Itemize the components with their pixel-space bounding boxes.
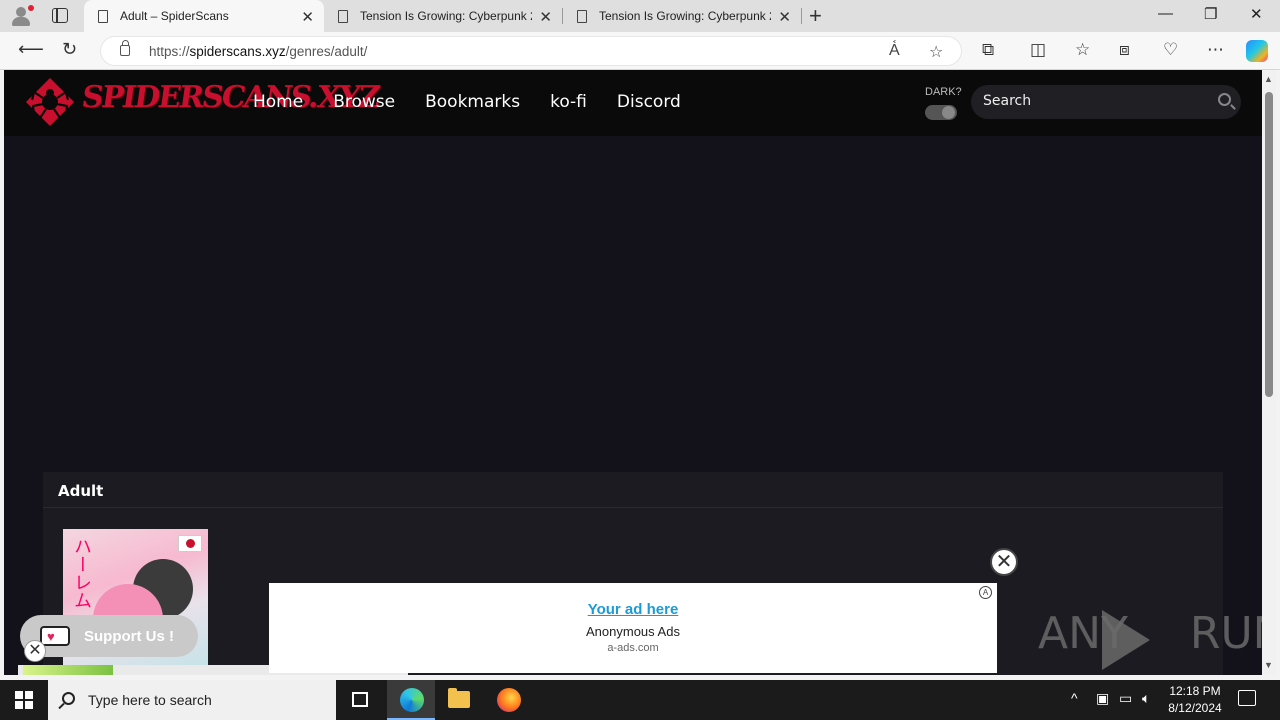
nav-browse[interactable]: Browse	[333, 92, 395, 112]
tab-actions-icon[interactable]	[52, 8, 68, 23]
firefox-icon	[497, 688, 521, 712]
tab-title: Adult – SpiderScans	[120, 9, 229, 23]
close-tab-icon[interactable]: ✕	[301, 8, 314, 26]
collections-icon[interactable]: ⧈	[1119, 40, 1130, 60]
refresh-icon[interactable]: ↻	[62, 39, 77, 60]
device-icon[interactable]: ▣	[1096, 690, 1109, 707]
edge-taskbar-button[interactable]	[387, 680, 435, 720]
browser-tab-2[interactable]: Tension Is Growing: Cyberpunk 2 ✕	[324, 0, 562, 32]
anyrun-watermark: ANYRUN	[1038, 608, 1262, 659]
system-clock[interactable]: 12:18 PM 8/12/2024	[1162, 683, 1228, 717]
ad-link[interactable]: Your ad here	[269, 601, 997, 618]
browser-tab-1[interactable]: Adult – SpiderScans ✕	[84, 0, 324, 32]
browser-essentials-icon[interactable]: ♡	[1163, 40, 1178, 60]
support-label: Support Us !	[84, 627, 174, 645]
close-tab-icon[interactable]: ✕	[539, 8, 552, 26]
cover-title-text: ハーレム	[72, 537, 92, 609]
windows-taskbar: Type here to search ^ ▣ ▭ 🔈︎ 12:18 PM 8/…	[0, 680, 1280, 720]
read-aloud-icon[interactable]: A᷾	[889, 42, 900, 60]
scrollbar-thumb[interactable]	[1265, 92, 1273, 397]
url-text[interactable]: https://spiderscans.xyz/genres/adult/	[149, 44, 367, 59]
favorites-icon[interactable]: ☆	[1075, 40, 1090, 60]
new-tab-icon[interactable]: +	[809, 3, 822, 29]
edge-icon	[400, 688, 424, 712]
close-tab-icon[interactable]: ✕	[778, 8, 791, 26]
minimize-icon[interactable]: —	[1158, 5, 1173, 22]
lock-icon[interactable]	[120, 40, 130, 56]
search-icon[interactable]	[1218, 93, 1231, 106]
section-title: Adult	[43, 472, 1223, 508]
address-bar[interactable]: https://spiderscans.xyz/genres/adult/ A᷾…	[100, 36, 962, 66]
main-nav: Home Browse Bookmarks ko-fi Discord	[253, 92, 681, 112]
japan-flag-icon	[178, 535, 202, 552]
page-viewport: SPIDERSCANS.XYZ Home Browse Bookmarks ko…	[4, 70, 1262, 675]
back-icon[interactable]: ⟵	[18, 39, 44, 60]
clock-time: 12:18 PM	[1169, 684, 1221, 698]
tab-separator	[801, 8, 802, 24]
restore-icon[interactable]: ❐	[1204, 5, 1217, 23]
site-header: SPIDERSCANS.XYZ Home Browse Bookmarks ko…	[4, 70, 1262, 136]
dark-mode-label: DARK?	[925, 86, 962, 98]
folder-icon	[448, 688, 470, 708]
tab-title: Tension Is Growing: Cyberpunk 2	[360, 9, 532, 23]
clock-date: 8/12/2024	[1168, 701, 1222, 715]
close-window-icon[interactable]: ✕	[1250, 5, 1263, 23]
split-screen-icon[interactable]: ◫	[1030, 40, 1046, 60]
taskbar-search[interactable]: Type here to search	[48, 680, 336, 720]
page-icon	[338, 9, 348, 23]
ad-info-icon[interactable]: A	[979, 586, 992, 599]
volume-icon[interactable]: 🔈︎	[1142, 690, 1150, 707]
ad-banner[interactable]: Your ad here Anonymous Ads a-ads.com A	[269, 583, 997, 673]
more-menu-icon[interactable]: ⋯	[1207, 40, 1224, 60]
search-icon	[62, 692, 75, 705]
browser-tab-bar: Adult – SpiderScans ✕ Tension Is Growing…	[0, 0, 1280, 32]
scroll-down-icon[interactable]: ▼	[1264, 660, 1273, 670]
search-input[interactable]	[983, 93, 1203, 109]
browser-tab-3[interactable]: Tension Is Growing: Cyberpunk 2 ✕	[563, 0, 801, 32]
nav-bookmarks[interactable]: Bookmarks	[425, 92, 520, 112]
task-view-icon	[352, 692, 368, 707]
ad-line-2: Anonymous Ads	[586, 624, 680, 639]
ad-line-3: a-ads.com	[607, 642, 659, 654]
taskbar-search-placeholder: Type here to search	[88, 692, 212, 708]
close-ad-icon[interactable]: ✕	[990, 548, 1018, 576]
favorite-star-icon[interactable]: ☆	[929, 42, 943, 62]
explorer-taskbar-button[interactable]	[435, 680, 483, 720]
page-icon	[98, 9, 108, 23]
nav-discord[interactable]: Discord	[617, 92, 681, 112]
spider-logo-icon[interactable]	[24, 76, 76, 128]
kofi-cup-icon: ♥	[40, 626, 70, 646]
page-scrollbar[interactable]: ▲ ▼	[1262, 70, 1276, 675]
firefox-taskbar-button[interactable]	[484, 680, 532, 720]
nav-kofi[interactable]: ko-fi	[550, 92, 587, 112]
scroll-up-icon[interactable]: ▲	[1264, 74, 1273, 84]
start-icon[interactable]	[15, 691, 33, 709]
address-toolbar: ⟵ ↻ https://spiderscans.xyz/genres/adult…	[0, 32, 1280, 70]
support-us-button[interactable]: ♥ Support Us !	[20, 615, 198, 657]
site-search	[971, 85, 1241, 119]
dark-mode-toggle[interactable]	[925, 105, 957, 120]
close-support-icon[interactable]: ✕	[24, 640, 46, 662]
task-view-button[interactable]	[336, 680, 384, 720]
extensions-icon[interactable]: ⧉	[982, 40, 994, 60]
network-icon[interactable]: ▭	[1119, 690, 1132, 707]
anyrun-play-icon	[1102, 610, 1150, 670]
nav-home[interactable]: Home	[253, 92, 303, 112]
notifications-icon[interactable]	[1238, 690, 1256, 706]
tab-title: Tension Is Growing: Cyberpunk 2	[599, 9, 771, 23]
profile-icon[interactable]	[10, 5, 34, 27]
show-hidden-icons-icon[interactable]: ^	[1071, 690, 1078, 706]
page-icon	[577, 9, 587, 23]
copilot-icon[interactable]	[1246, 40, 1268, 62]
